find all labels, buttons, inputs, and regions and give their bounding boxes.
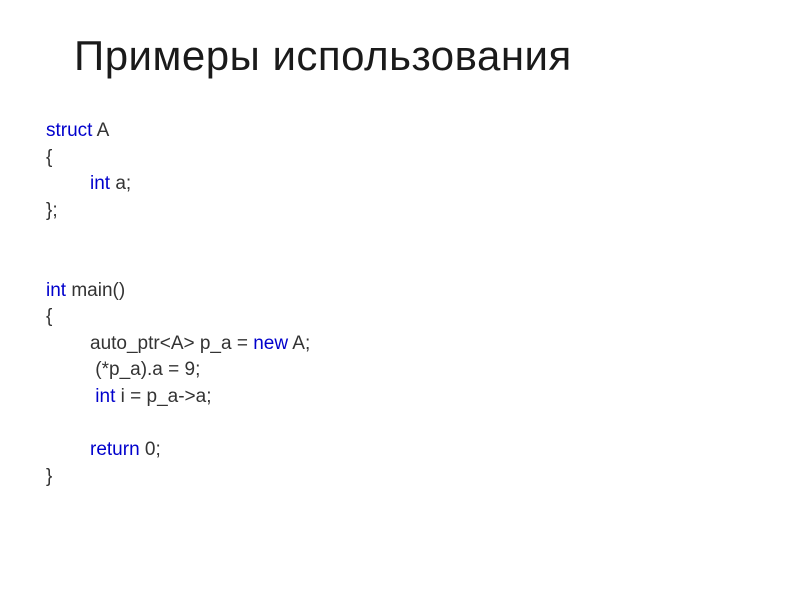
keyword-int: int [90, 173, 110, 194]
main-signature: main() [66, 280, 125, 301]
return-value: 0; [140, 439, 161, 460]
deref-assign: (*p_a).a = 9; [90, 359, 200, 380]
code-line-autoptr: auto_ptr<A> p_a = new A; [46, 331, 800, 358]
arrow-access: i = p_a->a; [115, 386, 211, 407]
keyword-int: int [46, 280, 66, 301]
struct-name: A [92, 120, 109, 141]
code-line-brace: { [46, 304, 800, 331]
code-line-struct-close: }; [46, 198, 800, 225]
code-line-blank [46, 251, 800, 278]
code-line-brace: { [46, 145, 800, 172]
code-line-main: int main() [46, 278, 800, 305]
code-line-member: int a; [46, 171, 800, 198]
code-line-blank [46, 411, 800, 438]
code-line-return: return 0; [46, 437, 800, 464]
member-decl: a; [110, 173, 131, 194]
keyword-return: return [90, 439, 140, 460]
code-line-blank [46, 224, 800, 251]
autoptr-post: A; [288, 333, 310, 354]
code-line-struct: struct A [46, 118, 800, 145]
keyword-struct: struct [46, 120, 92, 141]
keyword-new: new [253, 333, 288, 354]
slide-title: Примеры использования [0, 0, 800, 80]
code-line-deref: (*p_a).a = 9; [46, 357, 800, 384]
code-line-close: } [46, 464, 800, 491]
code-block: struct A { int a; }; int main() { auto_p… [0, 80, 800, 490]
autoptr-pre: auto_ptr<A> p_a = [90, 333, 253, 354]
code-line-arrow: int i = p_a->a; [46, 384, 800, 411]
keyword-int: int [90, 386, 115, 407]
